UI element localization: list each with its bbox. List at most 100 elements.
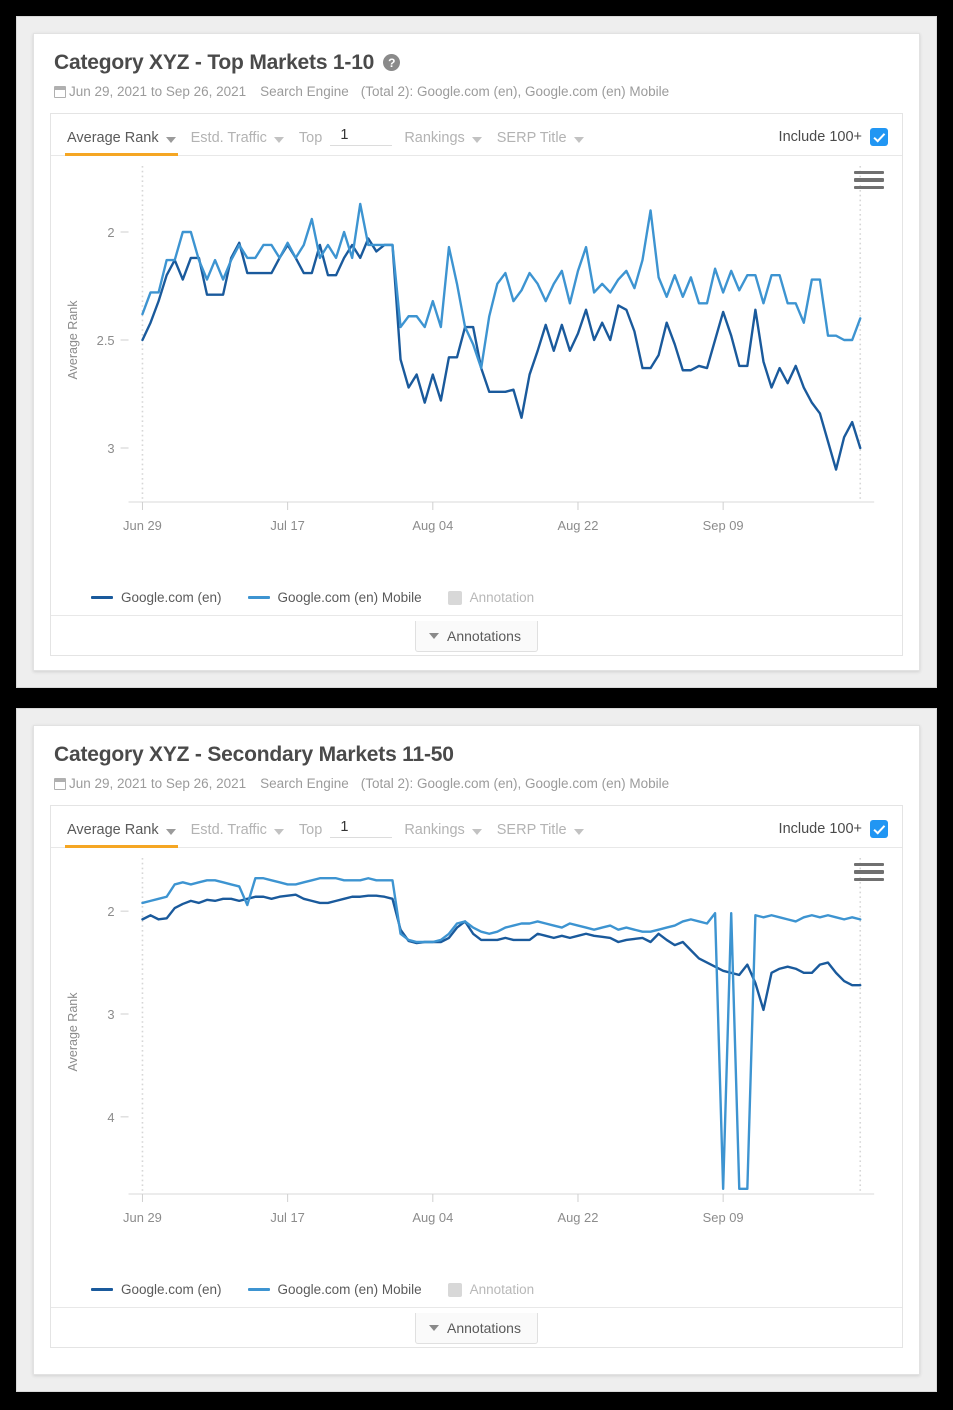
tab-average-rank-label: Average Rank: [67, 822, 159, 839]
legend-line-icon: [91, 1287, 113, 1292]
chevron-down-icon: [429, 632, 440, 639]
include-100-plus-checkbox[interactable]: [870, 820, 888, 839]
tab-average-rank[interactable]: Average Rank: [65, 114, 189, 157]
annotations-button-label: Annotations: [447, 1319, 521, 1336]
legend-label-mobile: Google.com (en) Mobile: [277, 590, 422, 606]
legend-line-icon: [247, 595, 270, 600]
report-card-top: Category XYZ - Top Markets 1-10 ? Jun 29…: [33, 33, 920, 671]
average-rank-line-chart: 2 3 4 Average Rank Jun 29 Jul 17 Aug 04 Aug 22 S…: [66, 858, 875, 1225]
legend-label-desktop: Google.com (en): [121, 1282, 222, 1298]
search-engine-label: Search Engine: [260, 84, 349, 100]
chart-legend: Google.com (en) Google.com (en) Mobile A…: [51, 586, 902, 615]
chevron-down-icon: [165, 137, 176, 144]
svg-text:Sep 09: Sep 09: [703, 1210, 744, 1225]
svg-text:2.5: 2.5: [97, 333, 115, 348]
svg-text:4: 4: [107, 1110, 114, 1125]
annotations-button[interactable]: Annotations: [415, 1312, 538, 1344]
chart-toolbar: Average Rank Estd. Traffic Top Rankings: [51, 806, 902, 849]
annotations-button[interactable]: Annotations: [415, 620, 538, 652]
svg-text:Average Rank: Average Rank: [66, 300, 80, 380]
help-icon[interactable]: ?: [383, 54, 401, 72]
section-divider: [0, 688, 953, 708]
legend-item-annotation[interactable]: Annotation: [447, 1282, 535, 1298]
chevron-down-icon: [573, 137, 584, 144]
hamburger-menu-icon[interactable]: [854, 168, 884, 192]
tab-average-rank[interactable]: Average Rank: [65, 806, 189, 849]
tab-rankings[interactable]: Rankings: [402, 806, 494, 847]
card-title-text: Category XYZ - Top Markets 1-10: [54, 51, 375, 74]
chart-legend: Google.com (en) Google.com (en) Mobile A…: [51, 1278, 902, 1307]
tab-estd-traffic[interactable]: Estd. Traffic: [189, 114, 297, 155]
svg-text:3: 3: [107, 441, 114, 456]
legend-item-desktop[interactable]: Google.com (en): [91, 590, 222, 605]
top-n-input[interactable]: [330, 819, 393, 839]
legend-item-mobile[interactable]: Google.com (en) Mobile: [247, 1282, 422, 1298]
tab-serp-title[interactable]: SERP Title: [495, 806, 597, 847]
average-rank-line-chart: 2 2.5 3 Average Rank Jun 29 Jul 17 Aug 04 Aug 2…: [66, 166, 875, 533]
hamburger-menu-icon[interactable]: [854, 860, 884, 884]
card-header: Category XYZ - Top Markets 1-10 ? Jun 29…: [34, 34, 919, 109]
svg-text:Jul 17: Jul 17: [270, 518, 304, 533]
chevron-down-icon: [273, 137, 284, 144]
chevron-down-icon: [165, 829, 176, 836]
legend-label-mobile: Google.com (en) Mobile: [277, 1282, 422, 1298]
chart-plot-area: 2 3 4 Average Rank Jun 29 Jul 17 Aug 04 Aug 22 S…: [51, 848, 902, 1278]
chevron-down-icon: [471, 137, 482, 144]
legend-item-mobile[interactable]: Google.com (en) Mobile: [247, 590, 422, 606]
include-100-plus-checkbox[interactable]: [870, 128, 888, 147]
include-100-plus-label: Include 100+: [778, 129, 862, 146]
card-subtitle: Jun 29, 2021 to Sep 26, 2021 Search Engi…: [54, 776, 899, 791]
svg-text:Sep 09: Sep 09: [703, 518, 744, 533]
svg-text:Jun 29: Jun 29: [123, 518, 162, 533]
annotations-bar: Annotations: [51, 615, 902, 655]
svg-text:Jun 29: Jun 29: [123, 1210, 162, 1225]
date-range[interactable]: Jun 29, 2021 to Sep 26, 2021: [69, 776, 246, 791]
top-n-group: Top: [297, 127, 402, 155]
top-label: Top: [298, 822, 323, 839]
annotations-bar: Annotations: [51, 1307, 902, 1347]
svg-text:Aug 04: Aug 04: [412, 1210, 453, 1225]
legend-label-desktop: Google.com (en): [121, 590, 222, 606]
svg-text:Jul 17: Jul 17: [270, 1210, 304, 1225]
svg-text:2: 2: [107, 225, 114, 240]
include-100-plus-group[interactable]: Include 100+: [779, 820, 888, 847]
legend-label-annotation: Annotation: [469, 590, 535, 606]
chevron-down-icon: [573, 829, 584, 836]
legend-line-icon: [247, 1287, 270, 1292]
top-n-group: Top: [297, 819, 402, 847]
card-subtitle: Jun 29, 2021 to Sep 26, 2021 Search Engi…: [54, 84, 899, 99]
tab-rankings-label: Rankings: [404, 822, 465, 839]
top-n-input[interactable]: [330, 127, 393, 147]
tab-serp-title[interactable]: SERP Title: [495, 114, 597, 155]
include-100-plus-group[interactable]: Include 100+: [779, 128, 888, 155]
chevron-down-icon: [273, 829, 284, 836]
chart-plot-area: 2 2.5 3 Average Rank Jun 29 Jul 17 Aug 04 Aug 2…: [51, 156, 902, 586]
svg-text:2: 2: [107, 904, 114, 919]
search-engine-value: (Total 2): Google.com (en), Google.com (…: [360, 776, 670, 792]
svg-text:3: 3: [107, 1007, 114, 1022]
card-header: Category XYZ - Secondary Markets 11-50 J…: [34, 726, 919, 801]
report-card-bottom: Category XYZ - Secondary Markets 11-50 J…: [33, 725, 920, 1375]
tab-rankings[interactable]: Rankings: [402, 114, 494, 155]
chart-toolbar: Average Rank Estd. Traffic Top Rankings: [51, 114, 902, 157]
top-label: Top: [298, 130, 323, 147]
chart-panel: Average Rank Estd. Traffic Top Rankings: [50, 805, 903, 1349]
svg-text:Aug 22: Aug 22: [558, 1210, 599, 1225]
date-range[interactable]: Jun 29, 2021 to Sep 26, 2021: [69, 84, 246, 99]
chevron-down-icon: [429, 1324, 440, 1331]
tab-average-rank-label: Average Rank: [67, 130, 159, 147]
tab-serp-title-label: SERP Title: [496, 130, 567, 147]
legend-item-desktop[interactable]: Google.com (en): [91, 1282, 222, 1297]
tab-estd-traffic[interactable]: Estd. Traffic: [189, 806, 297, 847]
include-100-plus-label: Include 100+: [778, 821, 862, 838]
svg-text:Aug 22: Aug 22: [558, 518, 599, 533]
page-title: Category XYZ - Secondary Markets 11-50: [54, 742, 899, 767]
legend-label-annotation: Annotation: [469, 1282, 535, 1298]
search-engine-value: (Total 2): Google.com (en), Google.com (…: [360, 84, 670, 100]
legend-item-annotation[interactable]: Annotation: [447, 590, 535, 606]
tab-serp-title-label: SERP Title: [496, 822, 567, 839]
calendar-icon: [54, 85, 66, 98]
tab-estd-traffic-label: Estd. Traffic: [190, 822, 267, 839]
chart-panel: Average Rank Estd. Traffic Top Rankings: [50, 113, 903, 657]
legend-swatch-icon: [447, 590, 462, 605]
